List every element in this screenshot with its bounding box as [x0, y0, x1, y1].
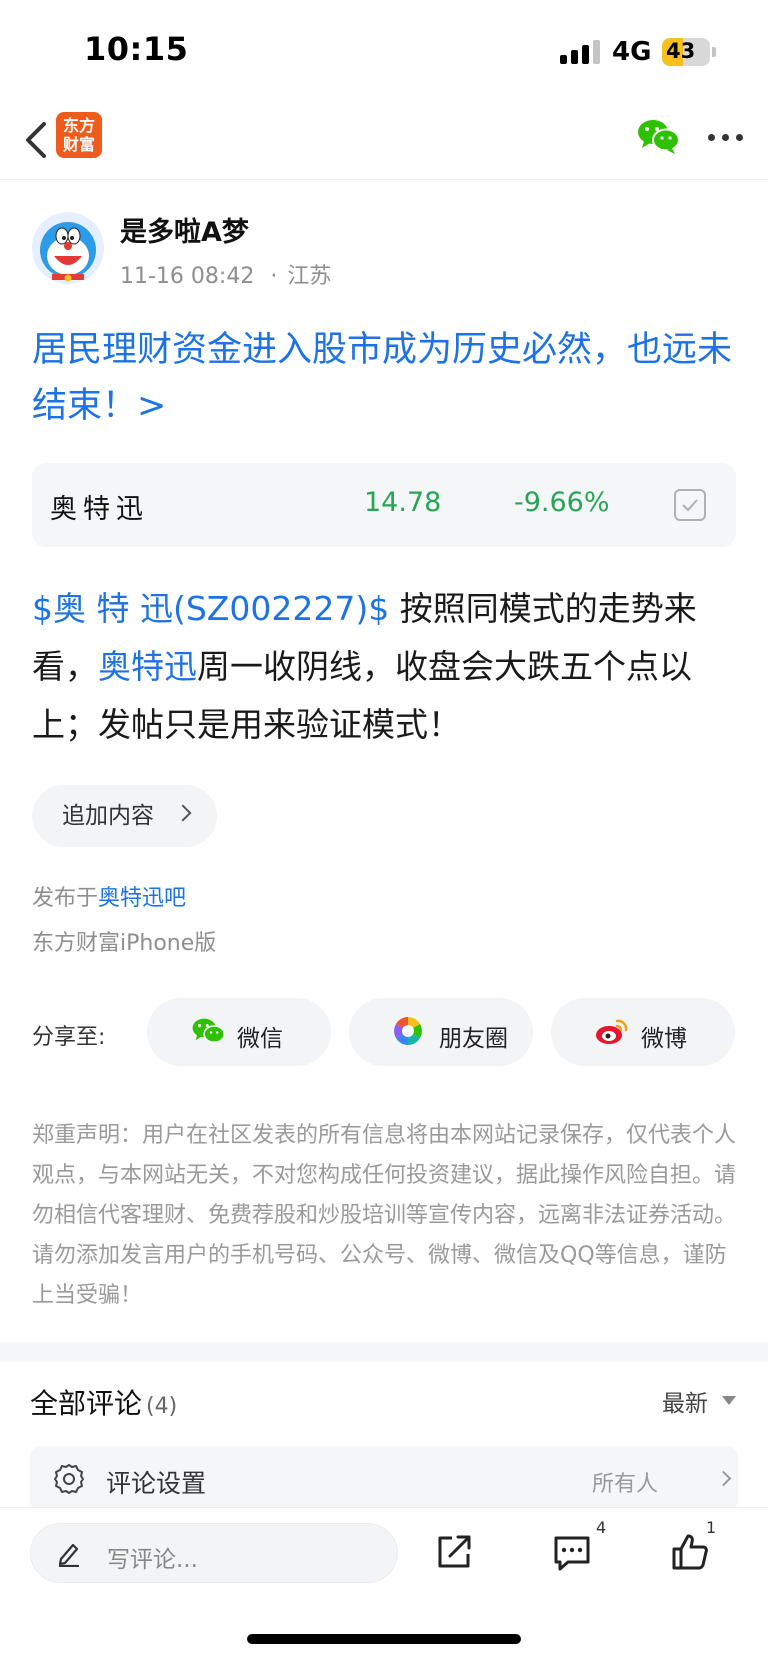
wechat-icon[interactable]: [636, 117, 680, 155]
post-date: 11-16 08:42: [120, 264, 255, 289]
more-dots-icon[interactable]: [708, 133, 744, 143]
stock-change: -9.66%: [514, 487, 610, 518]
pencil-icon: [58, 1543, 79, 1567]
post-meta: 11-16 08:42 · 江苏: [120, 264, 332, 289]
chevron-right-icon: [174, 804, 192, 822]
client-info: 东方财富iPhone版: [32, 931, 217, 956]
battery-level: 43: [666, 39, 696, 63]
bottom-action-bar: 写评论... 4 1: [0, 1507, 768, 1663]
nav-bar: 东方 财富: [0, 100, 768, 180]
battery-icon: 43: [662, 38, 716, 66]
back-icon[interactable]: [20, 118, 56, 162]
comment-icon[interactable]: [552, 1532, 592, 1572]
wechat-icon: [192, 1018, 225, 1043]
network-type: 4G: [612, 37, 652, 67]
stock-price: 14.78: [364, 487, 442, 518]
comment-input[interactable]: 写评论...: [30, 1523, 398, 1583]
published-info: 发布于奥特迅吧: [32, 886, 187, 911]
share-weibo-button[interactable]: 微博: [551, 998, 735, 1066]
like-count-badge: 1: [706, 1518, 717, 1537]
share-label: 分享至:: [32, 1025, 106, 1050]
add-watchlist-checkbox[interactable]: [674, 489, 706, 521]
comment-settings-row[interactable]: 评论设置 所有人: [30, 1446, 738, 1512]
chevron-right-icon: [715, 1470, 732, 1487]
comment-settings-value: 所有人: [592, 1472, 659, 1497]
post-location: 江苏: [287, 264, 332, 289]
comment-placeholder: 写评论...: [107, 1547, 198, 1573]
weibo-icon: [596, 1019, 628, 1044]
append-content-button[interactable]: 追加内容: [32, 785, 217, 847]
author-name[interactable]: 是多啦A梦: [120, 210, 249, 249]
caret-down-icon[interactable]: [722, 1396, 736, 1405]
section-divider: [0, 1342, 768, 1362]
post-title-link[interactable]: 居民理财资金进入股市成为历史必然，也远未结束！>: [32, 322, 744, 434]
share-out-icon[interactable]: [434, 1532, 474, 1572]
stock-card[interactable]: 奥特迅 14.78 -9.66%: [32, 463, 736, 547]
append-content-label: 追加内容: [62, 803, 154, 829]
status-bar: 10:15 4G 43: [0, 0, 768, 100]
check-icon: [682, 499, 698, 512]
thumbs-up-icon[interactable]: [670, 1532, 710, 1572]
home-indicator: [247, 1634, 521, 1644]
gear-icon: [54, 1464, 84, 1494]
comments-title: 全部评论 (4): [30, 1387, 178, 1420]
forum-link[interactable]: 奥特迅吧: [98, 886, 186, 911]
sort-dropdown[interactable]: 最新: [662, 1384, 708, 1418]
post-body: $奥 特 迅(SZ002227)$ 按照同模式的走势来看，奥特迅周一收阴线，收盘…: [32, 580, 744, 754]
share-moments-button[interactable]: 朋友圈: [349, 998, 533, 1066]
moments-icon: [394, 1017, 422, 1045]
avatar[interactable]: [32, 212, 104, 284]
share-wechat-button[interactable]: 微信: [147, 998, 331, 1066]
comment-settings-label: 评论设置: [106, 1469, 207, 1498]
stock-inline-link[interactable]: 奥特迅: [98, 647, 197, 686]
disclaimer-text: 郑重声明：用户在社区发表的所有信息将由本网站记录保存，仅代表个人观点，与本网站无…: [32, 1123, 737, 1308]
brand-logo: 东方 财富: [56, 112, 102, 158]
stock-tag-link[interactable]: $奥 特 迅(SZ002227)$: [32, 589, 389, 628]
status-time: 10:15: [84, 30, 189, 68]
comment-count-badge: 4: [596, 1518, 607, 1537]
comments-count: (4): [146, 1394, 178, 1419]
signal-strength-icon: [560, 40, 602, 64]
stock-name: 奥特迅: [50, 494, 149, 525]
